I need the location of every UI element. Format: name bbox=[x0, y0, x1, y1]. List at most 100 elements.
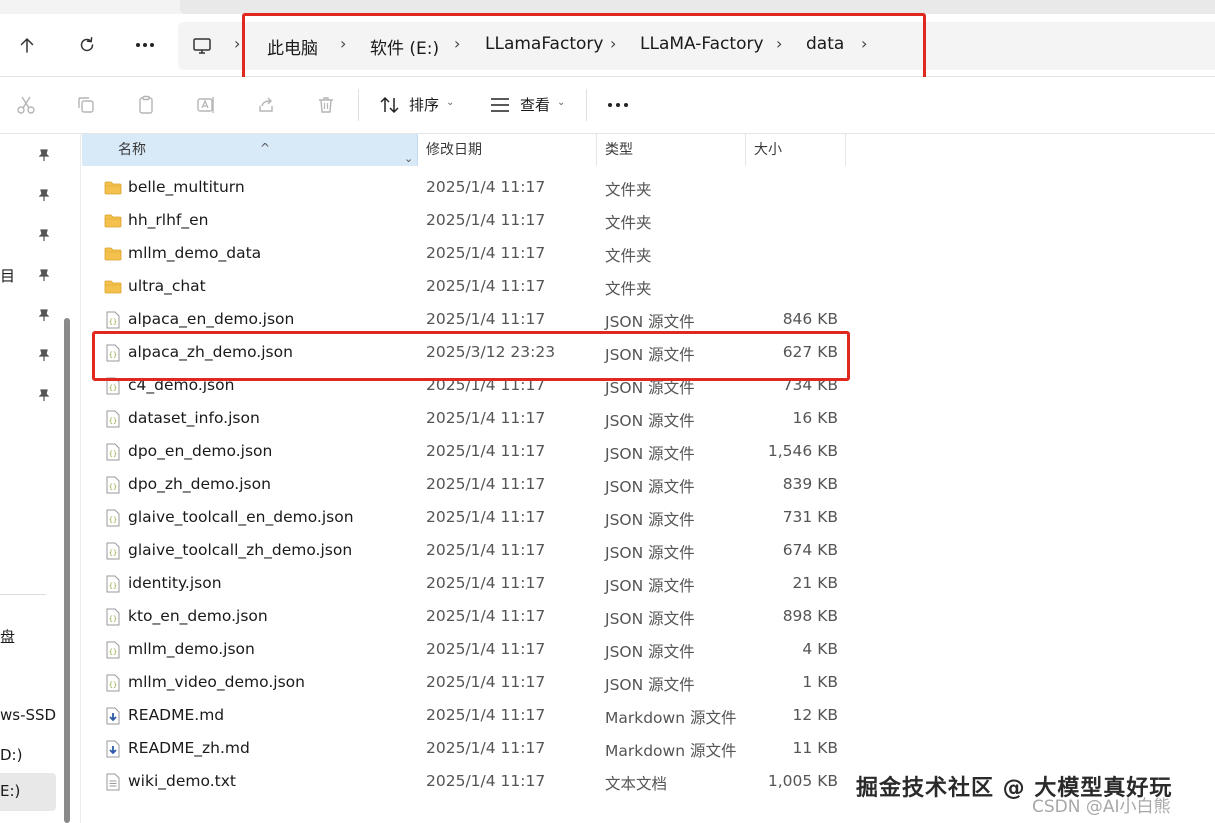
svg-text:{}: {} bbox=[109, 582, 117, 590]
folder-icon bbox=[104, 278, 122, 296]
column-type[interactable]: 类型 bbox=[597, 134, 746, 166]
pin-icon[interactable] bbox=[37, 348, 51, 362]
file-row[interactable]: {} dpo_en_demo.json 2025/1/4 11:17 JSON 源文件… bbox=[82, 435, 846, 468]
breadcrumb-this-pc[interactable]: 此电脑 bbox=[267, 34, 318, 59]
copy-button[interactable] bbox=[74, 93, 98, 117]
file-size: 21 KB bbox=[792, 574, 838, 592]
file-row[interactable]: {} kto_en_demo.json 2025/1/4 11:17 JSON 源文件… bbox=[82, 600, 846, 633]
arrow-up-icon bbox=[20, 38, 34, 53]
breadcrumb-data[interactable]: data bbox=[806, 34, 844, 54]
file-row[interactable]: hh_rlhf_en 2025/1/4 11:17 文件夹 bbox=[82, 204, 846, 237]
pin-icon[interactable] bbox=[37, 188, 51, 202]
svg-text:{}: {} bbox=[109, 351, 117, 359]
file-row[interactable]: {} mllm_video_demo.json 2025/1/4 11:17 JSON… bbox=[82, 666, 846, 699]
pin-icon[interactable] bbox=[37, 148, 51, 162]
sidebar-item-drive-e[interactable]: E:) bbox=[0, 773, 56, 811]
file-name: glaive_toolcall_en_demo.json bbox=[128, 508, 354, 526]
file-date: 2025/1/4 11:17 bbox=[426, 211, 546, 229]
file-row[interactable]: {} dpo_zh_demo.json 2025/1/4 11:17 JSON 源文件… bbox=[82, 468, 846, 501]
file-type: 文件夹 bbox=[605, 247, 652, 265]
cut-button[interactable] bbox=[14, 93, 38, 117]
file-row[interactable]: ultra_chat 2025/1/4 11:17 文件夹 bbox=[82, 270, 846, 303]
scissors-icon bbox=[17, 96, 35, 114]
file-row[interactable]: {} dataset_info.json 2025/1/4 11:17 JSON 源文… bbox=[82, 402, 846, 435]
up-button[interactable] bbox=[10, 28, 44, 62]
view-button[interactable]: 查看 bbox=[520, 94, 550, 115]
svg-text:{}: {} bbox=[109, 417, 117, 425]
breadcrumb-drive-e[interactable]: 软件 (E:) bbox=[370, 34, 439, 59]
file-type: JSON 源文件 bbox=[605, 643, 695, 661]
file-type: JSON 源文件 bbox=[605, 511, 695, 529]
scrollbar-thumb[interactable] bbox=[64, 318, 70, 823]
file-row[interactable]: wiki_demo.txt 2025/1/4 11:17 文本文档 1,005 KB bbox=[82, 765, 846, 798]
file-row[interactable]: {} mllm_demo.json 2025/1/4 11:17 JSON 源文件 4 … bbox=[82, 633, 846, 666]
watermark-text: CSDN @AI小白熊 bbox=[1032, 797, 1171, 817]
delete-button[interactable] bbox=[314, 93, 338, 117]
sort-ascending-icon: ^ bbox=[260, 141, 271, 155]
sidebar-item-drive-d[interactable]: D:) bbox=[0, 746, 22, 764]
pin-icon[interactable] bbox=[37, 308, 51, 322]
json-file-icon: {} bbox=[104, 575, 122, 593]
file-type: JSON 源文件 bbox=[605, 313, 695, 331]
chevron-right-icon: › bbox=[776, 34, 783, 53]
more-nav-button[interactable] bbox=[128, 28, 162, 62]
pin-icon[interactable] bbox=[37, 388, 51, 402]
sidebar-scrollbar[interactable] bbox=[63, 134, 72, 823]
sort-icon-wrap[interactable] bbox=[378, 93, 402, 117]
file-size: 898 KB bbox=[782, 607, 838, 625]
file-name: dpo_zh_demo.json bbox=[128, 475, 271, 493]
rename-button[interactable] bbox=[194, 93, 218, 117]
file-row[interactable]: {} alpaca_zh_demo.json 2025/3/12 23:23 JSON… bbox=[82, 336, 846, 369]
file-type: JSON 源文件 bbox=[605, 379, 695, 397]
file-name: c4_demo.json bbox=[128, 376, 235, 394]
file-row[interactable]: README_zh.md 2025/1/4 11:17 Markdown 源文件 11… bbox=[82, 732, 846, 765]
toolbar-divider bbox=[358, 89, 359, 121]
share-button[interactable] bbox=[254, 93, 278, 117]
file-row[interactable]: README.md 2025/1/4 11:17 Markdown 源文件 12 KB bbox=[82, 699, 846, 732]
json-file-icon: {} bbox=[104, 344, 122, 362]
file-size: 734 KB bbox=[782, 376, 838, 394]
column-name[interactable]: 名称 ^ ⌄ bbox=[82, 134, 418, 166]
svg-text:{}: {} bbox=[109, 681, 117, 689]
json-file-icon: {} bbox=[104, 476, 122, 494]
file-size: 1 KB bbox=[802, 673, 838, 691]
window-tab bbox=[180, 0, 1215, 14]
file-name: mllm_video_demo.json bbox=[128, 673, 305, 691]
file-row[interactable]: mllm_demo_data 2025/1/4 11:17 文件夹 bbox=[82, 237, 846, 270]
column-size[interactable]: 大小 bbox=[746, 134, 846, 166]
file-row[interactable]: belle_multiturn 2025/1/4 11:17 文件夹 bbox=[82, 171, 846, 204]
file-type: 文件夹 bbox=[605, 280, 652, 298]
chevron-down-icon: ⌄ bbox=[446, 97, 455, 108]
json-file-icon: {} bbox=[104, 674, 122, 692]
sidebar-item[interactable]: 目 bbox=[0, 265, 15, 286]
pin-icon[interactable] bbox=[37, 228, 51, 242]
refresh-button[interactable] bbox=[70, 28, 104, 62]
file-date: 2025/1/4 11:17 bbox=[426, 409, 546, 427]
sort-icon bbox=[380, 96, 399, 114]
file-date: 2025/1/4 11:17 bbox=[426, 739, 546, 757]
file-row[interactable]: {} c4_demo.json 2025/1/4 11:17 JSON 源文件 734 … bbox=[82, 369, 846, 402]
file-date: 2025/1/4 11:17 bbox=[426, 508, 546, 526]
sidebar-item[interactable]: 盘 bbox=[0, 626, 15, 647]
view-icon-wrap[interactable] bbox=[488, 93, 512, 117]
file-row[interactable]: {} alpaca_en_demo.json 2025/1/4 11:17 JSON … bbox=[82, 303, 846, 336]
file-row[interactable]: {} glaive_toolcall_en_demo.json 2025/1/4 1… bbox=[82, 501, 846, 534]
file-type: JSON 源文件 bbox=[605, 676, 695, 694]
file-name: dpo_en_demo.json bbox=[128, 442, 273, 460]
file-date: 2025/1/4 11:17 bbox=[426, 244, 546, 262]
file-date: 2025/1/4 11:17 bbox=[426, 310, 546, 328]
svg-text:{}: {} bbox=[109, 549, 117, 557]
sort-button[interactable]: 排序 bbox=[409, 94, 439, 115]
copy-icon bbox=[78, 97, 94, 113]
sidebar-item-drive-c[interactable]: ws-SSD bbox=[0, 706, 56, 724]
file-row[interactable]: {} glaive_toolcall_zh_demo.json 2025/1/4 1… bbox=[82, 534, 846, 567]
file-row[interactable]: {} identity.json 2025/1/4 11:17 JSON 源文件 21 … bbox=[82, 567, 846, 600]
breadcrumb-llamafactory[interactable]: LLamaFactory bbox=[485, 34, 603, 54]
pin-icon[interactable] bbox=[37, 268, 51, 282]
more-options-button[interactable] bbox=[606, 93, 630, 117]
address-bar[interactable]: › 此电脑 › 软件 (E:) › LLamaFactory › LLaMA-F… bbox=[178, 22, 1215, 70]
breadcrumb-llama-factory[interactable]: LLaMA-Factory bbox=[640, 34, 764, 54]
column-date[interactable]: 修改日期 bbox=[418, 134, 597, 166]
paste-button[interactable] bbox=[134, 93, 158, 117]
file-name: mllm_demo_data bbox=[128, 244, 262, 262]
